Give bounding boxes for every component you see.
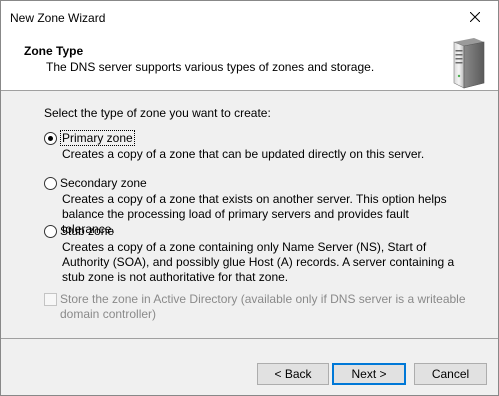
wizard-body: Select the type of zone you want to crea… <box>1 92 498 338</box>
page-title: Zone Type <box>24 44 84 58</box>
secondary-zone-label: Secondary zone <box>60 176 147 190</box>
close-icon <box>470 12 480 22</box>
zone-type-prompt: Select the type of zone you want to crea… <box>44 106 271 120</box>
primary-zone-radio[interactable] <box>44 132 57 145</box>
back-button[interactable]: < Back <box>257 363 329 385</box>
footer-divider <box>1 338 498 339</box>
cancel-button[interactable]: Cancel <box>414 363 487 385</box>
window-title: New Zone Wizard <box>10 11 106 25</box>
stub-zone-label: Stub zone <box>60 224 115 238</box>
stub-zone-description: Creates a copy of a zone containing only… <box>62 240 455 284</box>
primary-zone-label: Primary zone <box>60 130 135 146</box>
secondary-zone-description: Creates a copy of a zone that exists on … <box>62 192 447 236</box>
page-subtitle: The DNS server supports various types of… <box>46 60 375 74</box>
stub-zone-radio[interactable] <box>44 225 57 238</box>
close-button[interactable] <box>452 1 498 33</box>
new-zone-wizard-window: New Zone Wizard Zone Type The DNS server… <box>0 0 499 396</box>
title-bar: New Zone Wizard <box>1 1 498 33</box>
primary-zone-description: Creates a copy of a zone that can be upd… <box>62 147 425 161</box>
server-icon <box>453 38 485 89</box>
wizard-header: Zone Type The DNS server supports variou… <box>1 33 498 91</box>
secondary-zone-radio[interactable] <box>44 177 57 190</box>
next-button[interactable]: Next > <box>332 363 406 385</box>
store-in-ad-label: Store the zone in Active Directory (avai… <box>60 292 466 321</box>
store-in-ad-checkbox <box>44 293 57 306</box>
